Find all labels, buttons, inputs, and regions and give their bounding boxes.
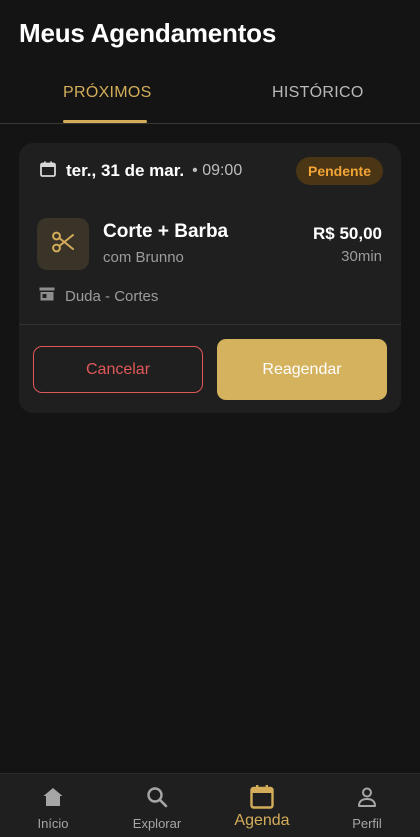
appointment-date-row: ter., 31 de mar. • 09:00 <box>39 160 242 182</box>
shop-row: Duda - Cortes <box>39 286 158 306</box>
page-title: Meus Agendamentos <box>19 18 277 48</box>
calendar-icon <box>39 160 57 183</box>
nav-label-explore: Explorar <box>132 816 182 831</box>
service-name: Corte + Barba <box>103 221 229 242</box>
bottom-navigation: Início Explorar Agenda Perfil <box>0 773 420 837</box>
home-icon <box>42 784 64 810</box>
store-icon <box>39 287 55 306</box>
active-tab-indicator <box>63 120 147 123</box>
search-icon <box>146 784 168 810</box>
nav-item-explore[interactable]: Explorar <box>112 774 202 837</box>
nav-label-profile: Perfil <box>352 816 382 831</box>
nav-item-home[interactable]: Início <box>8 774 98 837</box>
cancel-button[interactable]: Cancelar <box>33 346 203 393</box>
service-icon-box <box>37 218 89 270</box>
scissors-icon <box>50 229 76 260</box>
tab-bar: PRÓXIMOS HISTÓRICO <box>0 78 420 124</box>
nav-label-agenda: Agenda <box>234 812 290 829</box>
tab-history[interactable]: HISTÓRICO <box>272 84 364 102</box>
nav-item-agenda[interactable]: Agenda <box>217 774 307 837</box>
calendar-icon <box>249 784 275 810</box>
appointment-time: • 09:00 <box>192 162 243 179</box>
professional-name: com Brunno <box>103 249 184 266</box>
service-price: R$ 50,00 <box>313 224 382 243</box>
reschedule-button[interactable]: Reagendar <box>217 339 387 400</box>
nav-item-profile[interactable]: Perfil <box>322 774 412 837</box>
service-duration: 30min <box>341 248 382 265</box>
nav-label-home: Início <box>37 816 69 831</box>
appointment-date: ter., 31 de mar. <box>66 161 185 180</box>
card-divider <box>19 324 401 325</box>
appointment-card[interactable]: ter., 31 de mar. • 09:00 Pendente Corte … <box>19 143 401 413</box>
tab-upcoming[interactable]: PRÓXIMOS <box>63 84 152 102</box>
person-icon <box>356 784 378 810</box>
shop-name: Duda - Cortes <box>65 287 159 305</box>
status-badge: Pendente <box>295 157 383 185</box>
